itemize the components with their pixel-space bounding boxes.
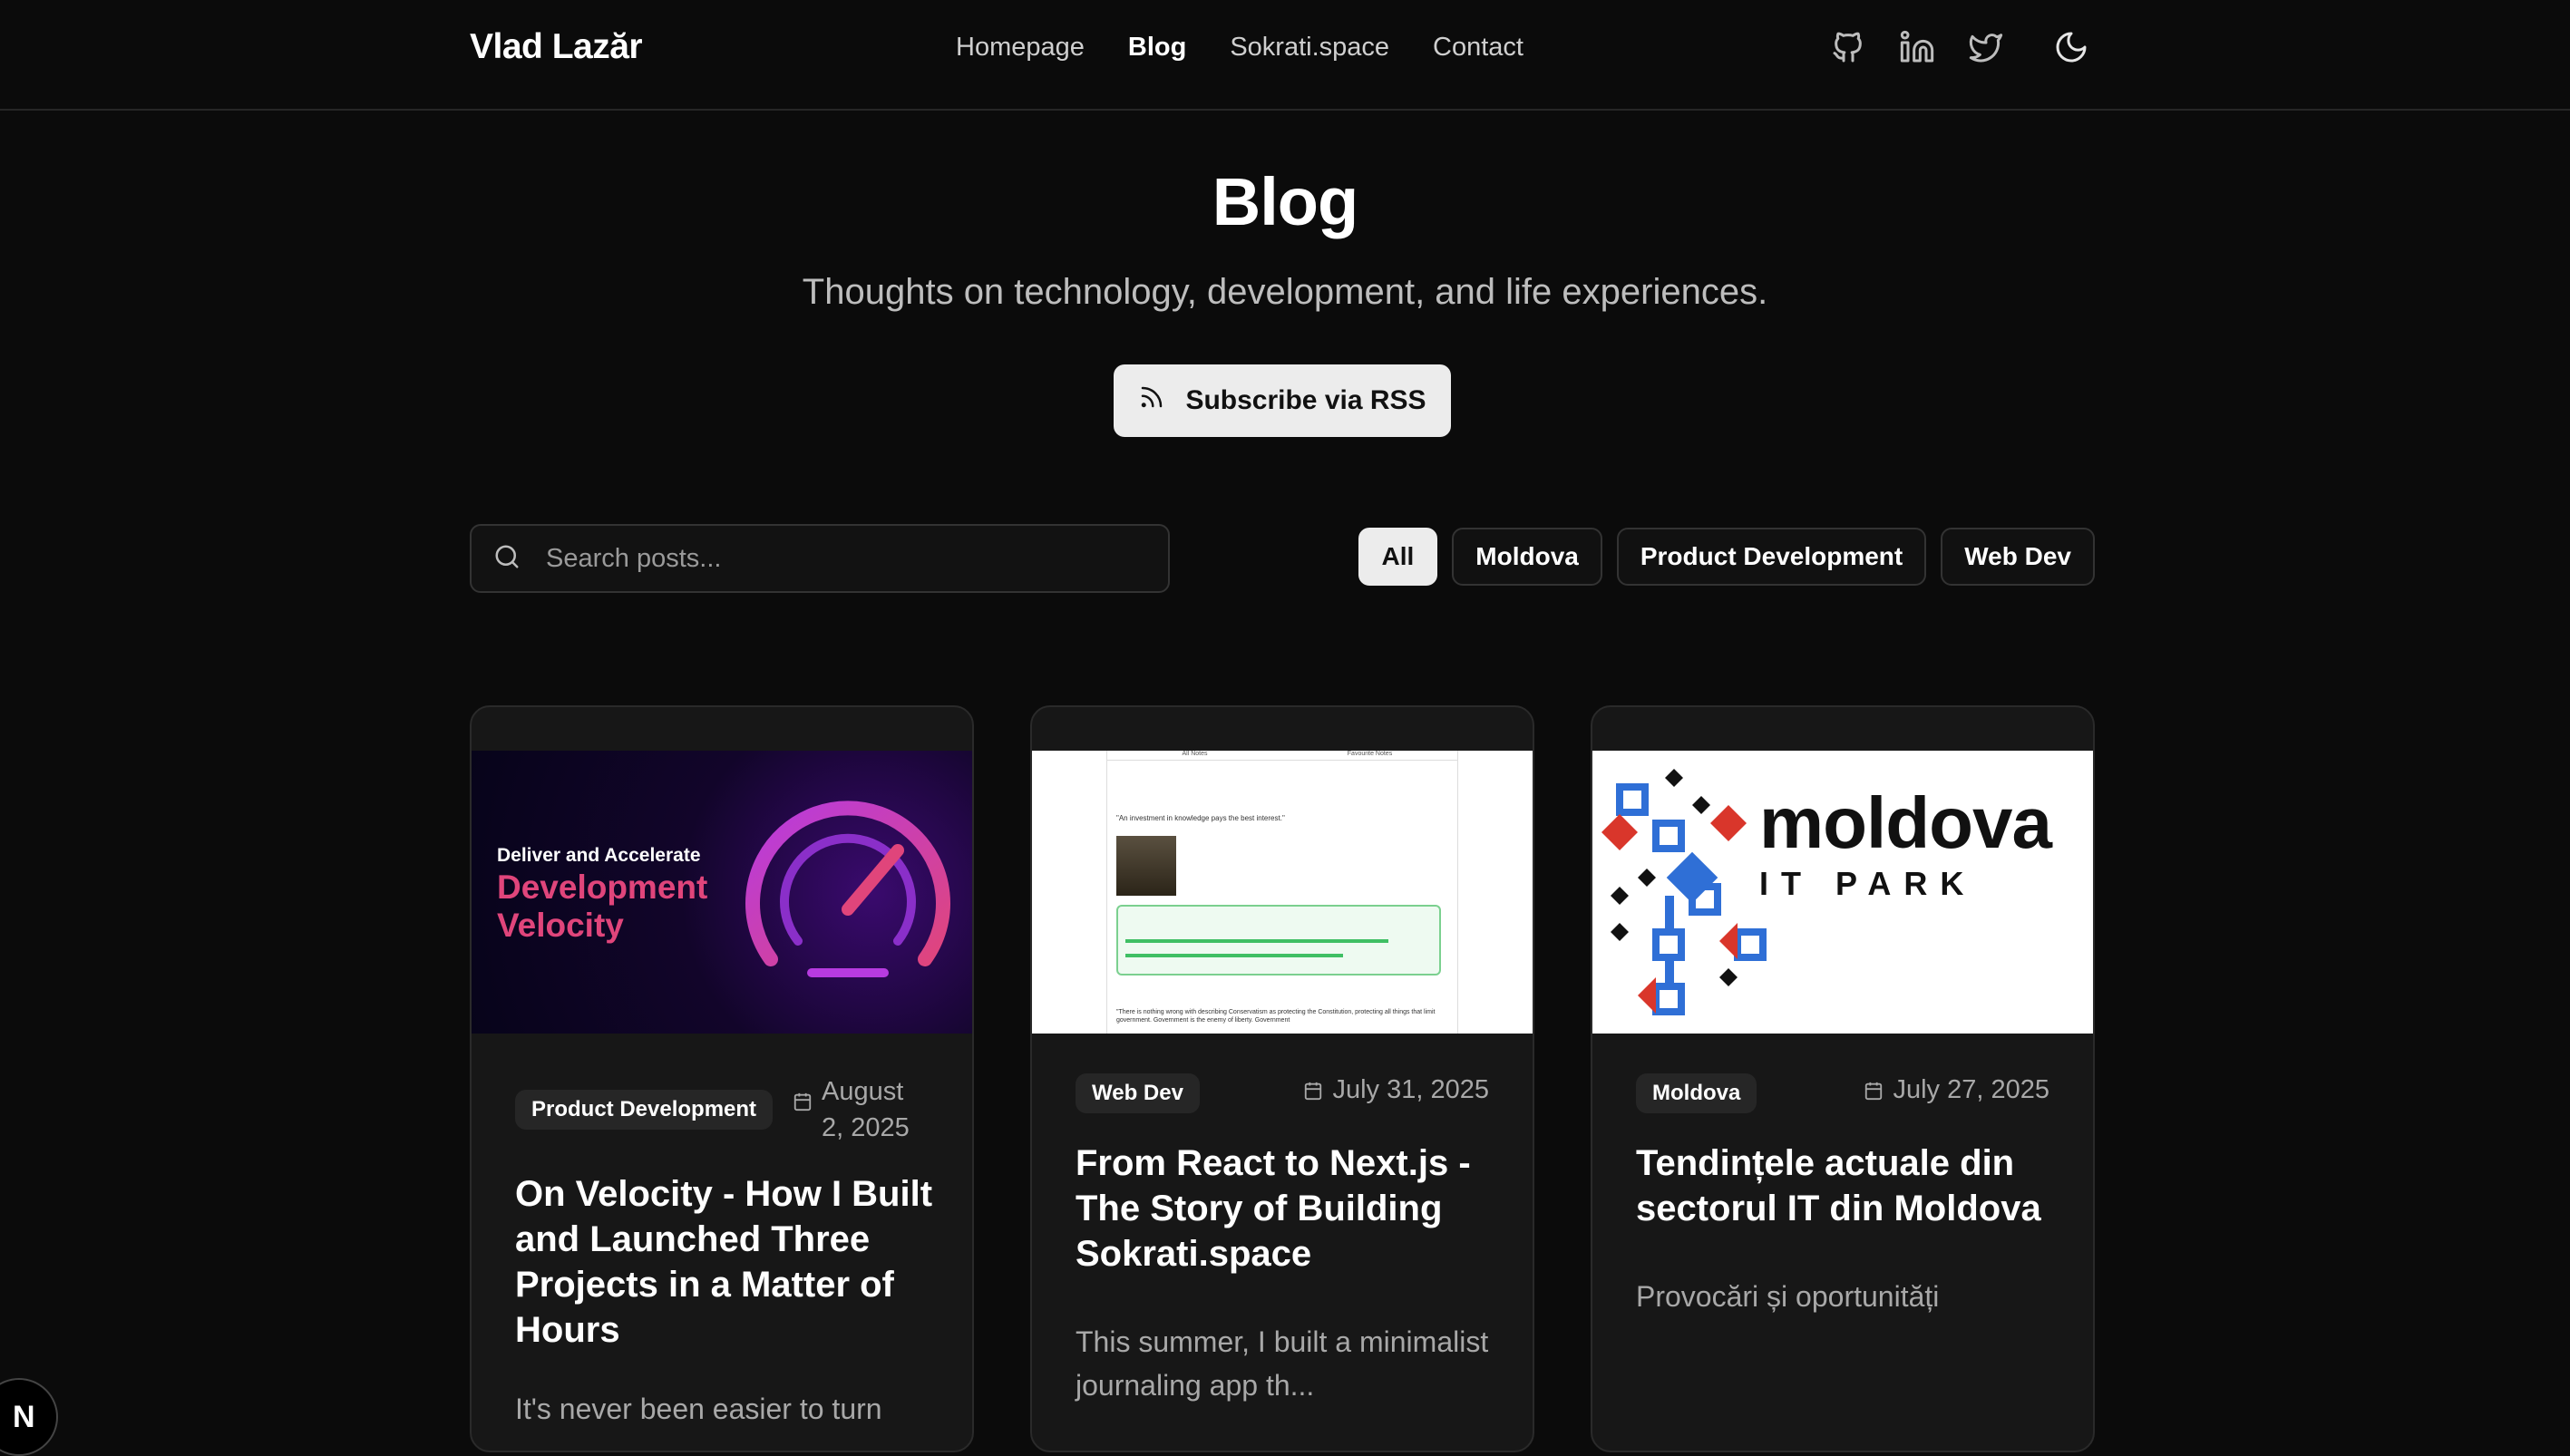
calendar-icon <box>1865 1082 1883 1100</box>
subscribe-rss-label: Subscribe via RSS <box>1185 385 1426 415</box>
app-screenshot: All Notes Favourite Notes "An investment… <box>1106 751 1458 1034</box>
post-tag[interactable]: Product Development <box>515 1090 774 1130</box>
post-tag[interactable]: Moldova <box>1636 1073 1757 1113</box>
post-title[interactable]: On Velocity - How I Built and Launched T… <box>515 1171 936 1353</box>
screenshot-quote: "An investment in knowledge pays the bes… <box>1116 814 1285 822</box>
search-icon <box>472 543 521 575</box>
github-icon[interactable] <box>1830 29 1866 65</box>
nav-sokrati[interactable]: Sokrati.space <box>1230 33 1389 63</box>
speedometer-icon <box>745 801 950 977</box>
post-date-text: July 31, 2025 <box>1332 1075 1489 1104</box>
post-title[interactable]: From React to Next.js - The Story of Bui… <box>1076 1141 1496 1276</box>
post-meta: Web Dev July 31, 2025 <box>1076 1073 1489 1113</box>
post-date-text: August 2, 2025 <box>822 1077 910 1142</box>
thumb-caption-small: Deliver and Accelerate <box>497 845 701 866</box>
post-excerpt: This summer, I built a minimalist journa… <box>1076 1325 1489 1402</box>
nav-blog[interactable]: Blog <box>1128 33 1186 63</box>
post-excerpt: It's never been easier to turn <box>515 1393 882 1425</box>
dev-tools-badge-label: N <box>13 1400 35 1434</box>
post-title[interactable]: Tendințele actuale din sectorul IT din M… <box>1636 1141 2057 1231</box>
calendar-icon <box>1305 1082 1322 1100</box>
linkedin-icon[interactable] <box>1899 29 1935 65</box>
thumb-caption-large-2: Velocity <box>497 907 624 944</box>
filter-web-dev[interactable]: Web Dev <box>1941 528 2095 586</box>
subscribe-rss-button[interactable]: Subscribe via RSS <box>1114 364 1451 437</box>
search-input[interactable] <box>544 542 1128 575</box>
screenshot-portrait <box>1116 836 1176 896</box>
post-date: July 27, 2025 <box>1864 1075 2049 1105</box>
page-subtitle: Thoughts on technology, development, and… <box>802 272 1768 312</box>
post-thumbnail: All Notes Favourite Notes "An investment… <box>1032 751 1533 1034</box>
thumb-caption-large: Development <box>497 869 708 906</box>
screenshot-tab: Favourite Notes <box>1347 751 1393 757</box>
filter-product-development[interactable]: Product Development <box>1616 528 1927 586</box>
site-header: Vlad Lazăr Homepage Blog Sokrati.space C… <box>0 0 2570 111</box>
post-excerpt: Provocări și oportunități <box>1636 1280 1940 1313</box>
screenshot-progress-box <box>1116 905 1441 976</box>
post-date: August 2, 2025 <box>793 1073 929 1146</box>
social-icons <box>1830 29 2089 65</box>
post-thumbnail: Deliver and Accelerate Development Veloc… <box>472 751 972 1034</box>
nav-homepage[interactable]: Homepage <box>956 33 1085 63</box>
post-tag[interactable]: Web Dev <box>1076 1073 1200 1113</box>
post-thumbnail: moldova IT PARK <box>1592 751 2093 1034</box>
post-date: July 31, 2025 <box>1303 1075 1489 1105</box>
moldova-logo-word: moldova <box>1759 782 2052 863</box>
post-meta: Moldova July 27, 2025 <box>1636 1073 2049 1113</box>
post-card[interactable]: moldova IT PARK Moldova July 27, 2025 Te… <box>1591 705 2095 1452</box>
screenshot-tab: All Notes <box>1182 751 1208 757</box>
moldova-it-park-logo-mark <box>1601 769 1767 1015</box>
post-card[interactable]: All Notes Favourite Notes "An investment… <box>1030 705 1534 1452</box>
search-box <box>470 524 1170 593</box>
main-nav: Homepage Blog Sokrati.space Contact <box>956 33 1524 63</box>
nav-contact[interactable]: Contact <box>1433 33 1524 63</box>
post-card[interactable]: Deliver and Accelerate Development Veloc… <box>470 705 974 1452</box>
calendar-icon <box>793 1092 812 1111</box>
filter-moldova[interactable]: Moldova <box>1452 528 1602 586</box>
moon-icon[interactable] <box>2053 29 2089 65</box>
post-date-text: July 27, 2025 <box>1893 1075 2049 1104</box>
dev-tools-badge[interactable]: N <box>0 1378 58 1456</box>
twitter-icon[interactable] <box>1968 29 2004 65</box>
category-filters: All Moldova Product Development Web Dev <box>1358 528 2095 586</box>
filter-all[interactable]: All <box>1358 528 1438 586</box>
it-park-logo-word: IT PARK <box>1759 865 1977 902</box>
brand-logo[interactable]: Vlad Lazăr <box>470 27 643 67</box>
rss-icon <box>1138 383 1165 418</box>
page-title: Blog <box>1212 164 1358 239</box>
screenshot-bottom-quote: "There is nothing wrong with describing … <box>1116 1009 1436 1024</box>
post-meta: Product Development August 2, 2025 <box>515 1073 929 1146</box>
